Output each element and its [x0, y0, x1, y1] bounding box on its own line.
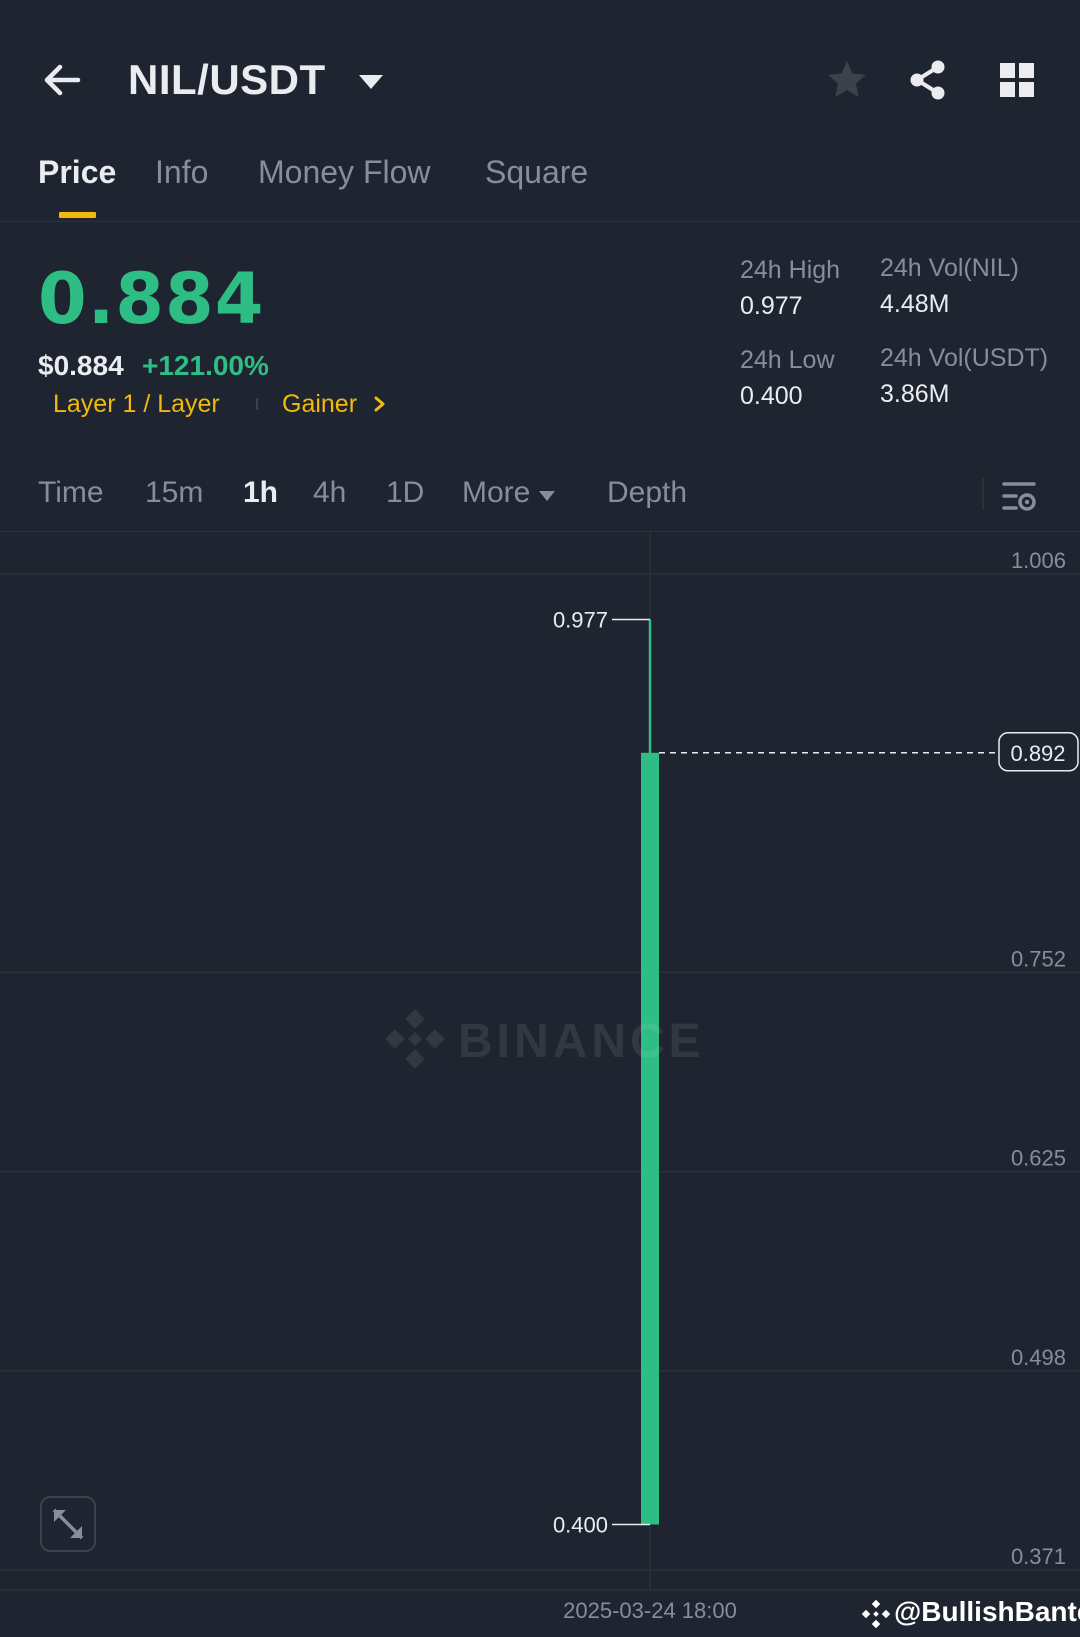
stat-high-label: 24h High — [740, 256, 841, 284]
expand-icon — [52, 1508, 84, 1540]
stat-high-value: 0.977 — [740, 292, 803, 320]
back-arrow-icon[interactable] — [40, 58, 84, 102]
interval-15m[interactable]: 15m — [145, 476, 203, 510]
caret-down-icon[interactable] — [538, 490, 556, 502]
current-price-label: 0.892 — [1010, 741, 1065, 766]
y-tick-label: 0.371 — [1011, 1544, 1066, 1569]
chevron-right-icon[interactable] — [372, 394, 388, 414]
tab-info[interactable]: Info — [155, 154, 208, 191]
stat-vol-quote-value: 3.86M — [880, 380, 950, 408]
percent-change: +121.00% — [142, 350, 269, 381]
header: NIL/USDT — [0, 0, 1080, 150]
low-marker-label: 0.400 — [553, 1513, 608, 1538]
caret-down-icon[interactable] — [356, 70, 386, 94]
interval-bar: Time 15m 1h 4h 1D More Depth — [0, 460, 1080, 532]
expand-chart-button[interactable] — [40, 1496, 96, 1552]
tag-layer[interactable]: Layer 1 / Layer — [53, 390, 220, 419]
high-marker-label: 0.977 — [553, 607, 608, 632]
interval-1h[interactable]: 1h — [243, 476, 278, 510]
watermark-text: BINANCE — [458, 1015, 705, 1068]
candle-body — [641, 752, 659, 1525]
candlestick-chart[interactable]: 1.006 0.752 0.625 0.498 0.371 0.977 0.400 0.892… — [0, 532, 1080, 1637]
interval-4h[interactable]: 4h — [313, 476, 346, 510]
interval-separator — [982, 478, 984, 510]
pair-title[interactable]: NIL/USDT — [128, 56, 326, 104]
interval-1d[interactable]: 1D — [386, 476, 424, 510]
tag-divider — [256, 398, 258, 410]
tab-bar: Price Info Money Flow Square — [0, 150, 1080, 222]
tab-price[interactable]: Price — [38, 154, 116, 191]
stat-vol-quote-label: 24h Vol(USDT) — [880, 344, 1049, 372]
y-tick-label: 0.752 — [1011, 946, 1066, 971]
y-tick-label: 1.006 — [1011, 548, 1066, 573]
stat-low-label: 24h Low — [740, 346, 835, 374]
share-icon[interactable] — [906, 58, 950, 102]
grid-icon[interactable] — [995, 58, 1039, 102]
chart-settings-icon[interactable] — [1000, 476, 1040, 516]
tab-square[interactable]: Square — [485, 154, 588, 191]
active-tab-indicator — [59, 212, 96, 218]
stat-low-value: 0.400 — [740, 382, 803, 410]
watermark-handle: @BullishBanter — [894, 1596, 1080, 1627]
binance-logo-icon — [862, 1600, 890, 1628]
binance-logo-icon — [385, 1009, 445, 1069]
tag-gainer[interactable]: Gainer — [282, 390, 357, 419]
chart-area[interactable]: 1.006 0.752 0.625 0.498 0.371 0.977 0.400 0.892… — [0, 532, 1080, 1637]
last-price: 0.884 — [38, 258, 265, 340]
y-tick-label: 0.625 — [1011, 1146, 1066, 1171]
star-icon[interactable] — [825, 58, 869, 102]
tab-money-flow[interactable]: Money Flow — [258, 154, 431, 191]
stat-vol-base-value: 4.48M — [880, 290, 950, 318]
y-tick-label: 0.498 — [1011, 1345, 1066, 1370]
interval-time[interactable]: Time — [38, 476, 104, 510]
interval-more[interactable]: More — [462, 476, 530, 510]
usd-price: $0.884 — [38, 350, 124, 381]
binance-watermark: BINANCE — [384, 1008, 701, 1078]
x-tick-label: 2025-03-24 18:00 — [563, 1598, 737, 1623]
interval-depth[interactable]: Depth — [607, 476, 687, 510]
stat-vol-base-label: 24h Vol(NIL) — [880, 254, 1019, 282]
